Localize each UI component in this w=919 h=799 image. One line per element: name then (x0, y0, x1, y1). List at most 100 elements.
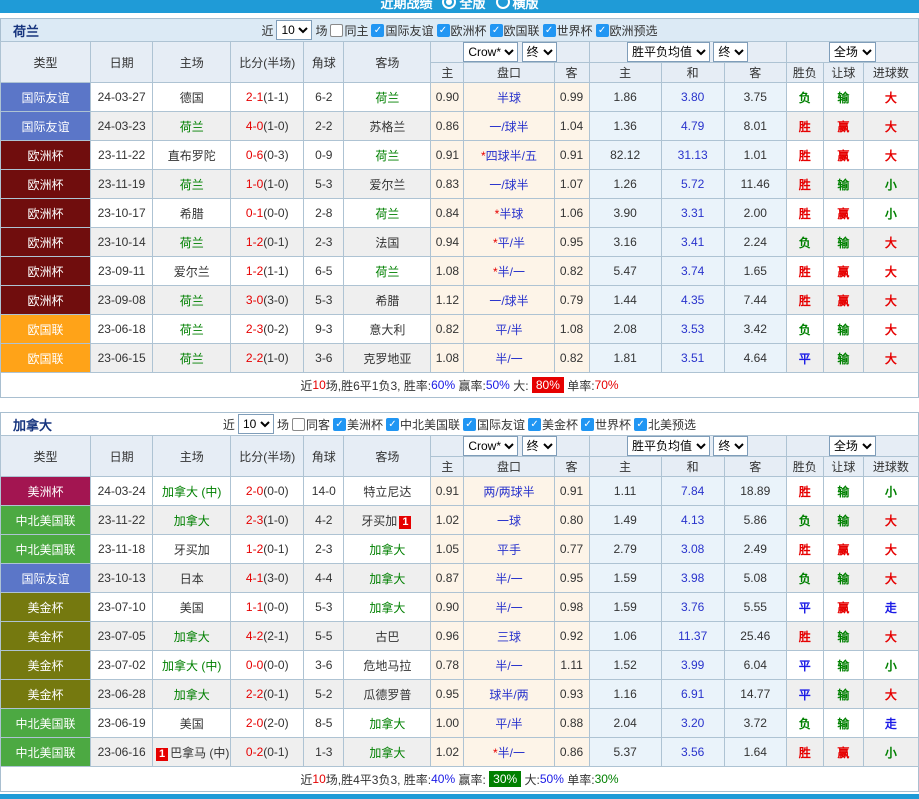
cell-home-team[interactable]: 荷兰 (152, 111, 232, 141)
cell-home-team[interactable]: 加拿大 (中) (152, 650, 232, 680)
cell-away-team[interactable]: 加拿大 (343, 708, 432, 738)
match-count-select[interactable]: 10 (276, 20, 313, 40)
cell-home-team[interactable]: 荷兰 (152, 227, 232, 257)
checkbox-checked-icon[interactable]: ✓ (463, 417, 476, 431)
checkbox-checked-icon[interactable]: ✓ (385, 417, 399, 431)
cell-away-team[interactable]: 意大利 (343, 314, 432, 344)
version-radio-compact[interactable]: 横版 (495, 0, 539, 12)
cell-away-team[interactable]: 爱尔兰 (343, 169, 432, 199)
cell-away-team[interactable]: 荷兰 (343, 82, 432, 112)
match-count-select[interactable]: 10 (237, 414, 274, 434)
checkbox-checked-icon[interactable]: ✓ (332, 417, 346, 431)
checkbox-icon[interactable] (291, 417, 305, 431)
league-checkbox[interactable]: ✓ 世界杯 (542, 22, 593, 39)
league-checkbox[interactable]: ✓ 北美预选 (634, 416, 696, 433)
cell-league[interactable]: 国际友谊 (0, 82, 92, 112)
avg-final-select[interactable]: 终 (713, 42, 749, 62)
league-checkbox[interactable]: ✓ 欧国联 (489, 22, 540, 39)
cell-league[interactable]: 美金杯 (0, 679, 92, 709)
cell-away-team[interactable]: 牙买加 1 (343, 505, 432, 535)
cell-away-team[interactable]: 加拿大 (343, 737, 432, 767)
cell-home-team[interactable]: 希腊 (152, 198, 232, 228)
same-venue-checkbox[interactable]: 同客 (291, 416, 330, 433)
cell-home-team[interactable]: 加拿大 (152, 679, 232, 709)
odds-final-select[interactable]: 终 (521, 436, 557, 456)
cell-home-team[interactable]: 加拿大 (152, 505, 232, 535)
cell-home-team[interactable]: 荷兰 (152, 285, 232, 315)
cell-home-team[interactable]: 美国 (152, 592, 232, 622)
checkbox-checked-icon[interactable]: ✓ (595, 23, 609, 37)
cell-home-team[interactable]: 荷兰 (152, 169, 232, 199)
radio-selected-icon[interactable] (442, 0, 457, 9)
cell-away-team[interactable]: 加拿大 (343, 534, 432, 564)
league-checkbox[interactable]: ✓ 国际友谊 (463, 416, 525, 433)
league-checkbox[interactable]: ✓ 国际友谊 (371, 22, 434, 39)
league-checkbox[interactable]: ✓ 欧洲杯 (436, 22, 487, 39)
cell-league[interactable]: 欧国联 (0, 343, 92, 373)
league-checkbox[interactable]: ✓ 欧洲预选 (595, 22, 658, 39)
same-venue-checkbox[interactable]: 同主 (330, 22, 368, 39)
league-checkbox[interactable]: ✓ 美洲杯 (332, 416, 383, 433)
cell-away-team[interactable]: 希腊 (343, 285, 432, 315)
odds-final-select[interactable]: 终 (521, 42, 557, 62)
cell-away-team[interactable]: 荷兰 (343, 140, 432, 170)
cell-away-team[interactable]: 危地马拉 (343, 650, 432, 680)
cell-home-team[interactable]: 德国 (152, 82, 232, 112)
scope-select[interactable]: 全场 (828, 436, 876, 456)
cell-away-team[interactable]: 荷兰 (343, 198, 432, 228)
cell-home-team[interactable]: 荷兰 (152, 343, 232, 373)
league-checkbox[interactable]: ✓ 中北美国联 (385, 416, 460, 433)
cell-home-team[interactable]: 牙买加 (152, 534, 232, 564)
cell-home-team[interactable]: 美国 (152, 708, 232, 738)
cell-home-team[interactable]: 加拿大 (152, 621, 232, 651)
cell-league[interactable]: 中北美国联 (0, 737, 92, 767)
cell-away-team[interactable]: 克罗地亚 (343, 343, 432, 373)
cell-home-team[interactable]: 1 巴拿马 (中) (152, 737, 232, 767)
league-checkbox[interactable]: ✓ 美金杯 (528, 416, 578, 433)
odds-source-select[interactable]: Crow* (463, 42, 519, 62)
cell-league[interactable]: 欧洲杯 (0, 227, 92, 257)
cell-away-team[interactable]: 特立尼达 (343, 476, 432, 506)
cell-league[interactable]: 美金杯 (0, 650, 92, 680)
cell-away-team[interactable]: 加拿大 (343, 592, 432, 622)
cell-league[interactable]: 中北美国联 (0, 708, 92, 738)
cell-away-team[interactable]: 加拿大 (343, 563, 432, 593)
cell-league[interactable]: 欧洲杯 (0, 140, 92, 170)
checkbox-checked-icon[interactable]: ✓ (542, 23, 556, 37)
cell-home-team[interactable]: 荷兰 (152, 314, 232, 344)
cell-league[interactable]: 国际友谊 (0, 563, 92, 593)
cell-league[interactable]: 欧国联 (0, 314, 92, 344)
cell-home-team[interactable]: 直布罗陀 (152, 140, 232, 170)
scope-select[interactable]: 全场 (828, 42, 876, 62)
cell-league[interactable]: 欧洲杯 (0, 198, 92, 228)
cell-away-team[interactable]: 法国 (343, 227, 432, 257)
checkbox-checked-icon[interactable]: ✓ (489, 23, 503, 37)
league-checkbox[interactable]: ✓ 世界杯 (581, 416, 631, 433)
cell-away-team[interactable]: 荷兰 (343, 256, 432, 286)
cell-home-team[interactable]: 爱尔兰 (152, 256, 232, 286)
checkbox-checked-icon[interactable]: ✓ (581, 417, 595, 431)
cell-league[interactable]: 欧洲杯 (0, 256, 92, 286)
odds-source-select[interactable]: Crow* (463, 436, 519, 456)
cell-league[interactable]: 美金杯 (0, 621, 92, 651)
cell-league[interactable]: 美金杯 (0, 592, 92, 622)
cell-league[interactable]: 中北美国联 (0, 505, 92, 535)
checkbox-checked-icon[interactable]: ✓ (436, 23, 450, 37)
cell-away-team[interactable]: 苏格兰 (343, 111, 432, 141)
checkbox-icon[interactable] (330, 23, 344, 37)
avg-final-select[interactable]: 终 (713, 436, 749, 456)
radio-unselected-icon[interactable] (495, 0, 510, 9)
cell-league[interactable]: 中北美国联 (0, 534, 92, 564)
avg-type-select[interactable]: 胜平负均值 (627, 436, 711, 456)
cell-away-team[interactable]: 古巴 (343, 621, 432, 651)
version-radio-full[interactable]: 全版 (442, 0, 486, 12)
cell-home-team[interactable]: 日本 (152, 563, 232, 593)
avg-type-select[interactable]: 胜平负均值 (627, 42, 711, 62)
cell-home-team[interactable]: 加拿大 (中) (152, 476, 232, 506)
cell-league[interactable]: 欧洲杯 (0, 285, 92, 315)
cell-away-team[interactable]: 瓜德罗普 (343, 679, 432, 709)
cell-league[interactable]: 国际友谊 (0, 111, 92, 141)
checkbox-checked-icon[interactable]: ✓ (634, 417, 648, 431)
checkbox-checked-icon[interactable]: ✓ (371, 23, 385, 37)
cell-league[interactable]: 欧洲杯 (0, 169, 92, 199)
